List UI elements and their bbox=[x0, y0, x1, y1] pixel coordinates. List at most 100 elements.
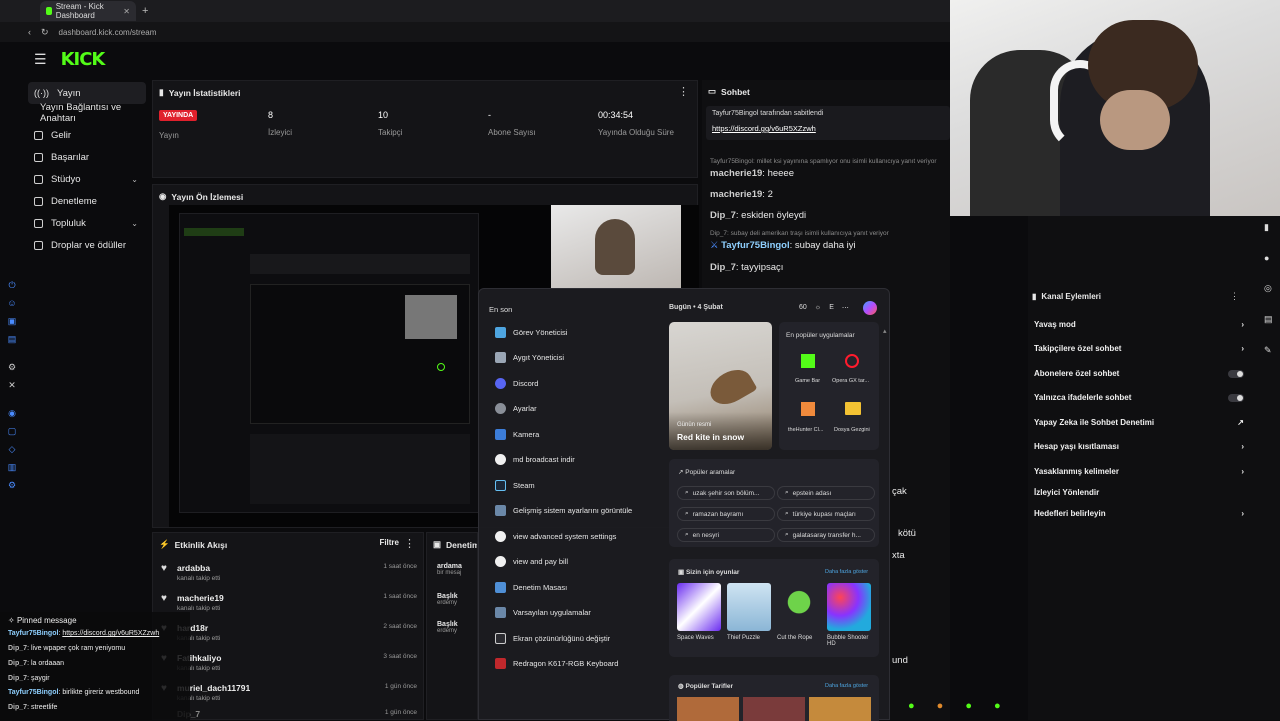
reload-icon[interactable]: ↻ bbox=[41, 27, 49, 38]
search-suggestion[interactable]: ⌕ ramazan bayramı bbox=[677, 507, 775, 521]
subs-only-toggle[interactable] bbox=[1228, 369, 1244, 378]
rail-gear-icon[interactable]: ⚙ bbox=[6, 480, 18, 492]
activity-username[interactable]: macherie19 bbox=[177, 593, 224, 603]
channel-action-banned-words[interactable]: Yasaklanmış kelimeler › bbox=[1034, 467, 1244, 476]
channel-action-raid[interactable]: İzleyici Yönlendir bbox=[1034, 488, 1244, 497]
app-item[interactable]: md broadcast indir bbox=[495, 454, 575, 465]
channel-action-subs-only[interactable]: Abonelere özel sohbet bbox=[1034, 369, 1244, 378]
rail-link-icon[interactable]: ◇ bbox=[6, 444, 18, 456]
thief-puzzle-tile[interactable] bbox=[727, 583, 771, 631]
chat-username[interactable]: macherie19 bbox=[710, 168, 762, 179]
scroll-up-icon[interactable]: ▴ bbox=[883, 327, 887, 337]
channel-action-slow-mode[interactable]: Yavaş mod › bbox=[1034, 320, 1244, 329]
rail-person-icon[interactable]: ☺ bbox=[6, 298, 18, 310]
copilot-icon[interactable] bbox=[863, 301, 877, 315]
chat-pinned-message[interactable]: Tayfur75Bingol tarafından sabitlendi htt… bbox=[706, 106, 950, 140]
new-tab-button[interactable]: + bbox=[142, 5, 148, 17]
sidebar-item-yayin[interactable]: ((·)) Yayın bbox=[28, 82, 146, 104]
more-options-icon[interactable]: ⋮ bbox=[1230, 291, 1239, 302]
search-suggestion[interactable]: ⌕ türkiye kupası maçları bbox=[777, 507, 875, 521]
rail-globe-icon[interactable]: ◉ bbox=[6, 408, 18, 420]
recipe-image[interactable] bbox=[743, 697, 805, 721]
channel-action-followers-only[interactable]: Takipçilere özel sohbet › bbox=[1034, 344, 1244, 353]
rail-doc-icon[interactable]: ▢ bbox=[6, 426, 18, 438]
rail-chart-icon[interactable]: ▥ bbox=[6, 462, 18, 474]
chat-username[interactable]: Dip_7 bbox=[710, 262, 736, 273]
emote-icon[interactable]: ● bbox=[965, 700, 972, 712]
app-item[interactable]: Görev Yöneticisi bbox=[495, 327, 567, 338]
wrench-icon[interactable]: ✎ bbox=[1264, 345, 1278, 356]
emote-icon[interactable]: ● bbox=[908, 700, 915, 712]
app-item[interactable]: Discord bbox=[495, 378, 538, 389]
more-options-icon[interactable]: ⋮ bbox=[678, 85, 689, 98]
app-item[interactable]: Ayarlar bbox=[495, 403, 537, 414]
opera-gx-icon[interactable] bbox=[845, 354, 859, 368]
moderation-username[interactable]: Başlık bbox=[437, 621, 458, 628]
more-options-icon[interactable]: ⋯ bbox=[842, 304, 849, 312]
channel-action-goals[interactable]: Hedefleri belirleyin › bbox=[1034, 509, 1244, 518]
emote-only-toggle[interactable] bbox=[1228, 393, 1244, 402]
chat-username[interactable]: Tayfur75Bingol bbox=[721, 240, 789, 251]
chat-username[interactable]: Dip_7 bbox=[710, 210, 736, 221]
recipe-image[interactable] bbox=[677, 697, 739, 721]
app-item[interactable]: Steam bbox=[495, 480, 535, 491]
channel-action-emote-only[interactable]: Yalnızca ifadelerle sohbet bbox=[1034, 393, 1244, 402]
activity-username[interactable]: ardabba bbox=[177, 563, 210, 573]
search-suggestion[interactable]: ⌕ en nesyri bbox=[677, 528, 775, 542]
tool-icon[interactable]: ▮ bbox=[1264, 222, 1278, 233]
moderation-username[interactable]: ardama bbox=[437, 563, 462, 570]
thehunter-icon[interactable] bbox=[801, 402, 815, 416]
broadcast-icon[interactable]: ◎ bbox=[1264, 283, 1278, 294]
app-item[interactable]: Ekran çözünürlüğünü değiştir bbox=[495, 633, 610, 644]
search-suggestion[interactable]: ⌕ epstein adası bbox=[777, 486, 875, 500]
sidebar-item-basarilar[interactable]: Başarılar bbox=[0, 146, 150, 168]
game-bar-icon[interactable] bbox=[801, 354, 815, 368]
pinned-link[interactable]: https://discord.gg/v6uR5XZzwh bbox=[712, 124, 816, 133]
channel-action-ai-moderation[interactable]: Yapay Zeka ile Sohbet Denetimi ↗ bbox=[1034, 418, 1244, 427]
rail-power-icon[interactable]: ⏻ bbox=[6, 280, 18, 292]
app-item[interactable]: view and pay bill bbox=[495, 556, 568, 567]
sidebar-item-topluluk[interactable]: Topluluk ⌄ bbox=[0, 212, 150, 234]
app-item[interactable]: view advanced system settings bbox=[495, 531, 616, 542]
recipes-more-link[interactable]: Daha fazla göster bbox=[825, 683, 868, 689]
emote-icon[interactable]: ● bbox=[994, 700, 1001, 712]
rail-box-icon[interactable]: ▣ bbox=[6, 316, 18, 328]
moderation-username[interactable]: Başlık bbox=[437, 593, 458, 600]
account-letter[interactable]: E bbox=[829, 304, 834, 312]
app-item[interactable]: Varsayılan uygulamalar bbox=[495, 607, 591, 618]
sidebar-item-gelir[interactable]: Gelir bbox=[0, 124, 150, 146]
search-suggestion[interactable]: ⌕ galatasaray transfer h... bbox=[777, 528, 875, 542]
sidebar-item-denetleme[interactable]: Denetleme bbox=[0, 190, 150, 212]
chat-username[interactable]: macherie19 bbox=[710, 189, 762, 200]
more-options-icon[interactable]: ⋮ bbox=[404, 537, 415, 550]
folder-icon[interactable] bbox=[845, 402, 861, 415]
search-suggestion[interactable]: ⌕ uzak şehir son bölüm... bbox=[677, 486, 775, 500]
menu-icon[interactable]: ☰ bbox=[34, 51, 47, 68]
cut-the-rope-tile[interactable] bbox=[777, 583, 821, 631]
app-item[interactable]: Aygıt Yöneticisi bbox=[495, 352, 564, 363]
back-icon[interactable]: ‹ bbox=[28, 27, 31, 37]
weather-icon[interactable]: ☼ bbox=[815, 304, 821, 312]
url-field[interactable]: dashboard.kick.com/stream bbox=[59, 28, 157, 37]
app-item[interactable]: Denetim Masası bbox=[495, 582, 567, 593]
recipe-image[interactable] bbox=[809, 697, 871, 721]
app-item[interactable]: Kamera bbox=[495, 429, 539, 440]
filter-button[interactable]: Filtre bbox=[379, 538, 399, 547]
rail-lock-icon[interactable]: ▤ bbox=[6, 334, 18, 346]
doc-icon[interactable]: ▤ bbox=[1264, 314, 1278, 325]
kick-logo[interactable]: KICK bbox=[61, 49, 106, 70]
sidebar-item-studyo[interactable]: Stüdyo ⌄ bbox=[0, 168, 150, 190]
close-tab-icon[interactable]: ✕ bbox=[123, 7, 130, 16]
sidebar-item-droplar[interactable]: Droplar ve ödüller bbox=[0, 234, 150, 256]
channel-action-account-age[interactable]: Hesap yaşı kısıtlaması › bbox=[1034, 442, 1244, 451]
space-waves-tile[interactable] bbox=[677, 583, 721, 631]
picture-of-day[interactable]: Günün resmi Red kite in snow bbox=[669, 322, 772, 450]
app-item[interactable]: Redragon K617-RGB Keyboard bbox=[495, 658, 618, 669]
chat-bubble-icon[interactable]: ● bbox=[1264, 253, 1278, 263]
rail-settings-icon[interactable]: ⚙ bbox=[6, 362, 18, 374]
emote-icon[interactable]: ● bbox=[937, 700, 944, 712]
app-item[interactable]: Gelişmiş sistem ayarlarını görüntüle bbox=[495, 505, 632, 516]
games-more-link[interactable]: Daha fazla göster bbox=[825, 569, 868, 575]
sidebar-item-stream-key[interactable]: Yayın Bağlantısı ve Anahtarı bbox=[0, 102, 150, 124]
rail-x-icon[interactable]: ✕ bbox=[6, 380, 18, 392]
